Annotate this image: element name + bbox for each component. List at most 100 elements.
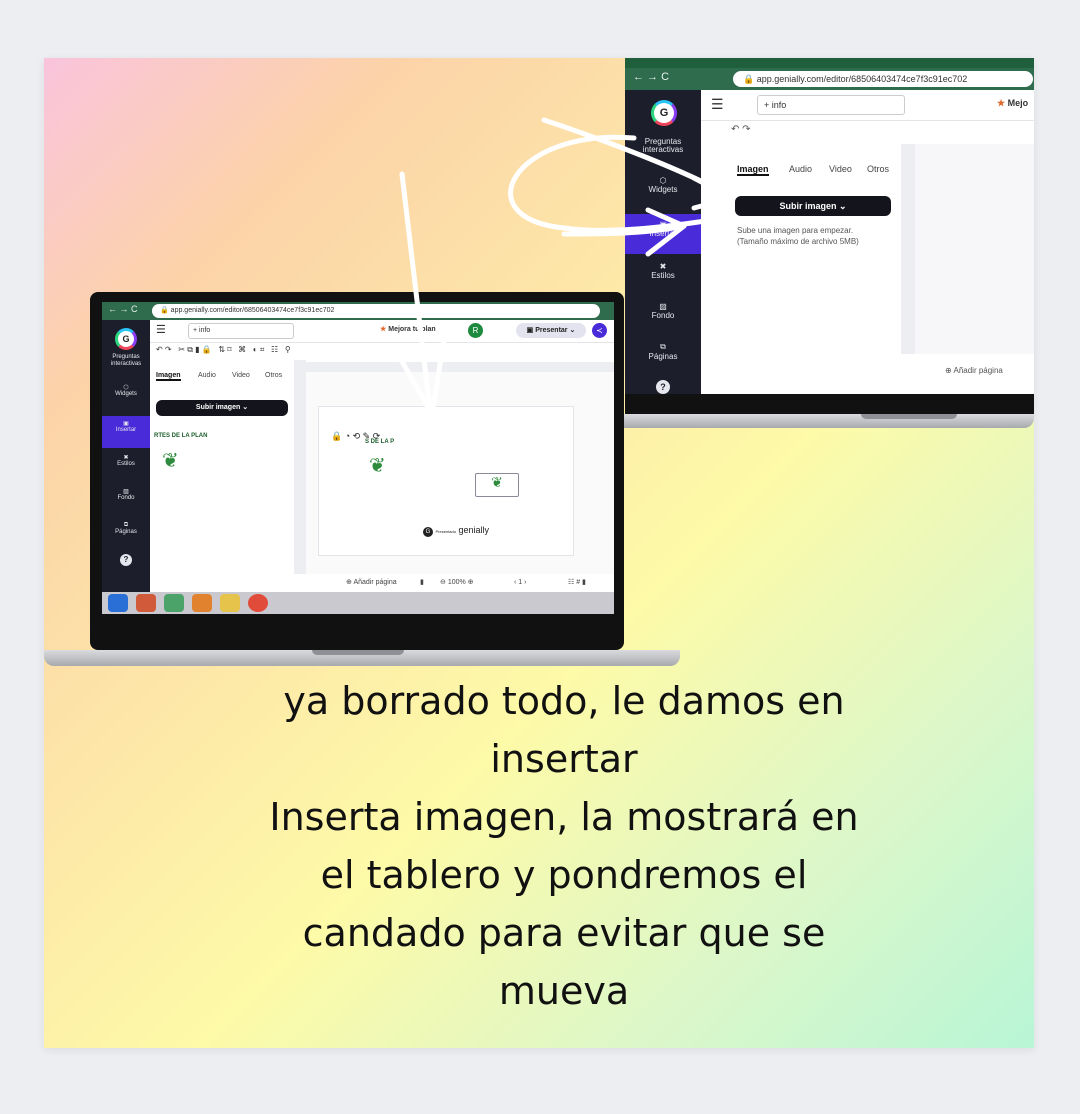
menu-icon[interactable]: ☰	[711, 96, 724, 113]
sidebar-item-background[interactable]: ▨ Fondo	[102, 488, 150, 501]
nav-arrows-icon[interactable]: ← → C	[633, 71, 669, 83]
tab-otros[interactable]: Otros	[867, 164, 889, 174]
delete-icon[interactable]: ▮	[420, 574, 424, 592]
sidebar-item-styles[interactable]: ✖ Estilos	[625, 262, 701, 280]
sidebar-item-widgets[interactable]: ⬡ Widgets	[625, 176, 701, 194]
chrome-icon[interactable]	[248, 594, 268, 612]
address-bar[interactable]: 🔒 app.genially.com/editor/68506403474ce7…	[733, 71, 1033, 87]
title-field[interactable]: + info	[188, 323, 294, 339]
address-bar[interactable]: 🔒 app.genially.com/editor/68506403474ce7…	[152, 304, 600, 318]
undo-redo-icon[interactable]: ↶ ↷	[731, 124, 751, 135]
genially-logo-small: G	[423, 527, 433, 537]
zoom-control[interactable]: ⊖ 100% ⊕	[440, 574, 474, 592]
insert-icon: ▣	[659, 220, 667, 229]
laptop-left: ← → C 🔒 app.genially.com/editor/68506403…	[44, 292, 684, 676]
vertical-ruler	[294, 360, 306, 574]
menu-icon[interactable]: ☰	[156, 323, 166, 336]
os-taskbar	[102, 592, 614, 614]
insert-icon: ▣	[123, 421, 129, 427]
add-page-button[interactable]: ⊕ Añadir página	[346, 574, 397, 592]
help-icon[interactable]: ?	[102, 554, 150, 566]
brand-badge: G Presentado genially	[423, 525, 489, 537]
slide-canvas[interactable]: S DE LA P ❦ ❦ 🔒 ◔ ⟲ ✎ ⟳ G Presentado gen…	[318, 406, 574, 556]
instruction-caption: ya borrado todo, le damos en insertar In…	[254, 672, 874, 1020]
share-icon: ≺	[596, 326, 603, 335]
star-icon: ★	[997, 98, 1006, 108]
plant-icon: ❦	[369, 455, 386, 477]
laptop-right-screen: ← → C 🔒 app.genially.com/editor/68506403…	[625, 58, 1034, 394]
sidebar-item-questions[interactable]: Preguntas interactivas	[625, 138, 701, 154]
sidebar-item-pages[interactable]: ⧉ Páginas	[102, 522, 150, 535]
media-icon[interactable]	[192, 594, 212, 612]
view-icons[interactable]: ☷ # ▮	[568, 574, 586, 592]
tab-video[interactable]: Video	[232, 372, 250, 379]
upgrade-button[interactable]: ★ Mejora tu plan	[380, 325, 436, 333]
editor-topbar: ☰ + info ★ Mejo	[701, 90, 1034, 121]
page-indicator[interactable]: ‹ 1 ›	[514, 574, 526, 592]
laptop-right: ← → C 🔒 app.genially.com/editor/68506403…	[565, 58, 1034, 438]
folder-icon[interactable]	[220, 594, 240, 612]
toolbar-icons[interactable]: ↶ ↷ ✂ ⧉ ▮ 🔒 ⇅ ⌑ ⌘ ◐ ⌗ ☷ ⚲	[156, 345, 291, 354]
star-icon: ★	[380, 326, 387, 333]
editor-toolbar: ↶ ↷ ✂ ⧉ ▮ 🔒 ⇅ ⌑ ⌘ ◐ ⌗ ☷ ⚲	[150, 342, 614, 358]
upload-image-button[interactable]: Subir imagen ⌄	[156, 400, 288, 416]
sidebar-item-insert[interactable]: ▣ Insertar	[625, 214, 701, 254]
photoshop-icon[interactable]	[136, 594, 156, 612]
upload-image-button[interactable]: Subir imagen ⌄	[735, 196, 891, 216]
editor-sidebar: G Preguntas interactivas ⬡ Widgets ▣ Inser…	[102, 320, 150, 592]
vertical-ruler	[901, 144, 915, 354]
start-icon[interactable]	[108, 594, 128, 612]
tab-video[interactable]: Video	[829, 164, 852, 174]
chevron-down-icon: ⌄	[242, 404, 249, 411]
styles-icon: ✖	[659, 262, 667, 271]
address-url: app.genially.com/editor/68506403474ce7f3…	[756, 74, 968, 84]
browser-tabbar	[625, 58, 1034, 68]
nav-arrows-icon[interactable]: ← → C	[108, 304, 138, 314]
bottom-bar: ⊕ Añadir página ▮ ⊖ 100% ⊕ ‹ 1 › ☷ # ▮	[298, 574, 614, 592]
add-page-button[interactable]: ⊕ Añadir página	[945, 366, 1003, 375]
address-url: app.genially.com/editor/68506403474ce7f3…	[170, 307, 335, 314]
sidebar-item-styles[interactable]: ✖ Estilos	[102, 454, 150, 467]
laptop-right-notch	[861, 414, 957, 419]
caption-line-1: ya borrado todo, le damos en insertar	[283, 679, 845, 781]
image-thumbnail[interactable]: RTES DE LA PLAN ❦	[154, 424, 218, 476]
upgrade-button[interactable]: ★ Mejo	[997, 98, 1028, 109]
present-button[interactable]: ▣ Presentar ⌄	[516, 323, 586, 338]
editor-canvas[interactable]	[915, 144, 1034, 354]
share-button[interactable]: ≺	[592, 323, 607, 338]
tab-imagen[interactable]: Imagen	[156, 372, 181, 381]
editor-canvas[interactable]: S DE LA P ❦ ❦ 🔒 ◔ ⟲ ✎ ⟳ G Presentado gen…	[306, 372, 614, 574]
widget-icon: ⬡	[123, 385, 129, 391]
avatar[interactable]: R	[468, 323, 483, 338]
upload-hint-2: (Tamaño máximo de archivo 5MB)	[737, 237, 859, 246]
widget-icon: ⬡	[659, 176, 667, 185]
present-icon: ▣	[526, 327, 534, 334]
sidebar-item-questions[interactable]: Preguntas interactivas	[102, 354, 150, 368]
horizontal-ruler	[298, 362, 614, 372]
laptop-left-bezel: ← → C 🔒 app.genially.com/editor/68506403…	[90, 292, 624, 650]
genially-logo[interactable]: G	[115, 328, 137, 350]
browser-toolbar: ← → C 🔒 app.genially.com/editor/68506403…	[625, 68, 1034, 90]
selected-image[interactable]: ❦	[475, 473, 519, 497]
image-actions[interactable]: 🔒 ◔ ⟲ ✎ ⟳	[331, 431, 380, 442]
upload-hint-1: Sube una imagen para empezar.	[737, 226, 854, 235]
insert-panel: Imagen Audio Video Otros Subir imagen ⌄ …	[701, 140, 901, 394]
laptop-left-screen: ← → C 🔒 app.genially.com/editor/68506403…	[102, 302, 614, 614]
sidebar-item-insert[interactable]: ▣ Insertar	[102, 416, 150, 448]
lock-icon: 🔒	[160, 307, 169, 314]
caption-line-2: Inserta imagen, la mostrará en el tabler…	[269, 795, 859, 1013]
app-icon[interactable]	[164, 594, 184, 612]
tab-otros[interactable]: Otros	[265, 372, 282, 379]
insert-panel: Imagen Audio Video Otros Subir imagen ⌄ …	[150, 360, 294, 592]
tab-audio[interactable]: Audio	[789, 164, 812, 174]
laptop-left-notch	[312, 650, 404, 655]
genially-logo[interactable]: G	[651, 100, 677, 126]
sidebar-item-widgets[interactable]: ⬡ Widgets	[102, 384, 150, 397]
styles-icon: ✖	[123, 455, 129, 461]
editor-topbar: ☰ + info ★ Mejora tu plan R ▣ Presentar …	[150, 320, 614, 343]
chevron-down-icon: ⌄	[838, 201, 847, 211]
title-field[interactable]: + info	[757, 95, 905, 115]
tab-imagen[interactable]: Imagen	[737, 164, 769, 176]
browser-toolbar: ← → C 🔒 app.genially.com/editor/68506403…	[102, 302, 614, 320]
tab-audio[interactable]: Audio	[198, 372, 216, 379]
